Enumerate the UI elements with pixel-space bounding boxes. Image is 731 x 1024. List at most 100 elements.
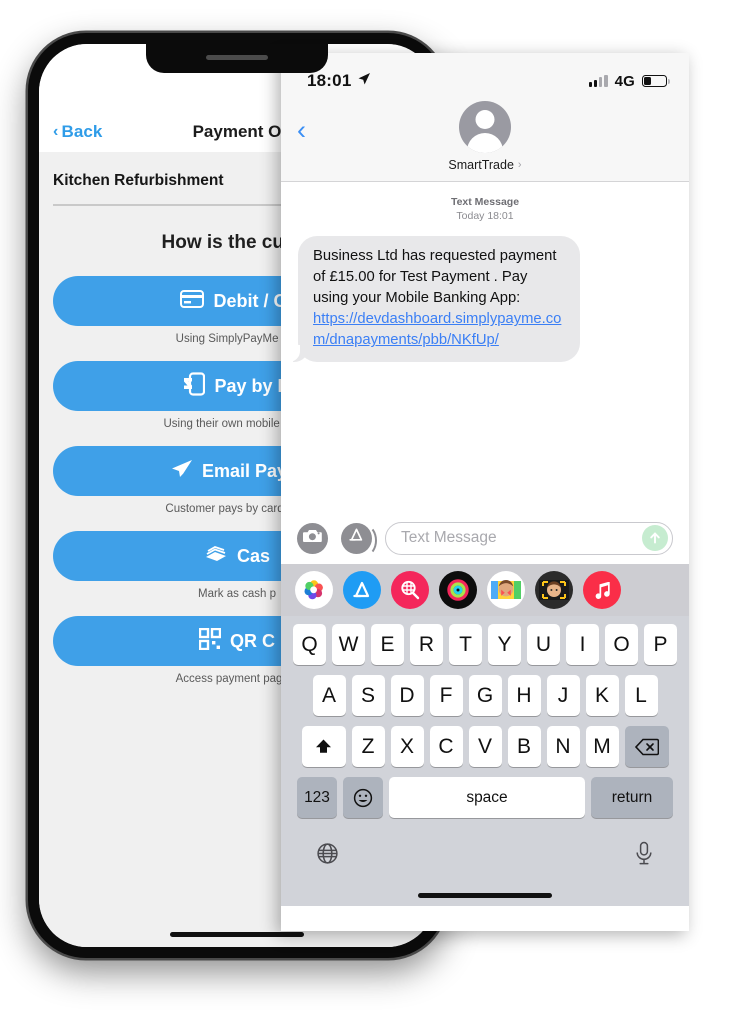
contact-block[interactable]: SmartTrade › xyxy=(281,101,689,172)
conversation-thread: Text Message Today 18:01 Business Ltd ha… xyxy=(281,182,689,512)
memoji-app-icon[interactable] xyxy=(535,571,573,609)
key-f[interactable]: F xyxy=(429,675,463,716)
shift-key[interactable] xyxy=(301,726,346,767)
contact-name: SmartTrade xyxy=(448,158,514,172)
chevron-right-icon: › xyxy=(517,159,522,171)
message-bubble[interactable]: Business Ltd has requested payment of £1… xyxy=(289,236,580,363)
avatar-head xyxy=(475,110,495,129)
back-chevron-icon: ‹ xyxy=(53,123,59,140)
app-store-app-icon[interactable] xyxy=(343,571,381,609)
key-v[interactable]: V xyxy=(468,726,502,767)
battery-icon xyxy=(642,74,670,88)
message-text-field[interactable]: Text Message xyxy=(385,521,673,555)
key-j[interactable]: J xyxy=(546,675,580,716)
message-input-bar: Text Message xyxy=(281,512,689,564)
key-i[interactable]: I xyxy=(566,624,599,665)
key-e[interactable]: E xyxy=(371,624,404,665)
key-d[interactable]: D xyxy=(390,675,424,716)
key-s[interactable]: S xyxy=(351,675,385,716)
microphone-icon xyxy=(636,841,652,865)
key-t[interactable]: T xyxy=(449,624,482,665)
key-g[interactable]: G xyxy=(468,675,502,716)
images-search-app-icon[interactable] xyxy=(391,571,429,609)
key-z[interactable]: Z xyxy=(351,726,385,767)
globe-key[interactable] xyxy=(316,842,339,870)
imessage-apps-button[interactable] xyxy=(341,522,377,556)
message-timestamp: Text Message Today 18:01 xyxy=(281,195,689,223)
backspace-key[interactable] xyxy=(624,726,669,767)
dictation-key[interactable] xyxy=(634,841,654,871)
status-bar-left: 18:01 xyxy=(307,71,371,91)
keyboard-row-2: A S D F G H J K L xyxy=(284,675,686,716)
phone-notch xyxy=(146,44,328,73)
message-text: Business Ltd has requested payment of £1… xyxy=(313,248,557,307)
avatar[interactable] xyxy=(459,101,511,153)
memoji-stickers-app-icon[interactable] xyxy=(487,571,525,609)
shift-up-icon xyxy=(316,739,331,753)
key-m[interactable]: M xyxy=(585,726,619,767)
keyboard-row-1: Q W E R T Y U I O P xyxy=(284,624,686,665)
key-l[interactable]: L xyxy=(624,675,658,716)
signal-bars-icon xyxy=(588,75,608,87)
paper-plane-icon xyxy=(171,459,193,484)
globe-icon xyxy=(317,843,338,864)
emoji-key[interactable] xyxy=(343,777,383,818)
keyboard-footer xyxy=(284,828,686,884)
key-q[interactable]: Q xyxy=(293,624,326,665)
key-w[interactable]: W xyxy=(332,624,365,665)
qr-code-icon xyxy=(198,627,222,655)
photos-app-icon[interactable] xyxy=(295,571,333,609)
space-key[interactable]: space xyxy=(389,777,585,818)
key-n[interactable]: N xyxy=(546,726,580,767)
key-x[interactable]: X xyxy=(390,726,424,767)
stamp-time: Today 18:01 xyxy=(456,210,514,223)
contact-row[interactable]: SmartTrade › xyxy=(448,158,521,172)
key-o[interactable]: O xyxy=(605,624,638,665)
messages-back-button[interactable]: ‹ xyxy=(297,117,306,144)
cash-label: Cas xyxy=(236,545,271,566)
cash-icon xyxy=(204,545,228,568)
back-button[interactable]: ‹ Back xyxy=(53,122,102,142)
key-b[interactable]: B xyxy=(507,726,541,767)
notch-speaker xyxy=(206,55,268,60)
back-phone-home-indicator[interactable] xyxy=(170,932,304,937)
avatar-body xyxy=(467,133,503,153)
camera-icon xyxy=(303,528,322,548)
qr-code-label: QR C xyxy=(230,630,275,651)
imessage-app-drawer xyxy=(281,564,689,616)
front-phone-screenshot: 18:01 4G ‹ SmartTrade › Text Message Tod… xyxy=(281,53,689,931)
on-screen-keyboard: Q W E R T Y U I O P A S D F G H J K L Z … xyxy=(281,616,689,906)
apple-music-app-icon[interactable] xyxy=(583,571,621,609)
status-bar: 18:01 4G xyxy=(281,53,689,99)
status-bar-right: 4G xyxy=(588,72,670,90)
message-input-placeholder: Text Message xyxy=(401,529,497,546)
activity-rings-app-icon[interactable] xyxy=(439,571,477,609)
keyboard-row-3: Z X C V B N M xyxy=(284,726,686,767)
send-arrow-up-icon xyxy=(650,532,660,544)
numbers-key[interactable]: 123 xyxy=(297,777,337,818)
key-u[interactable]: U xyxy=(527,624,560,665)
network-label: 4G xyxy=(614,72,635,90)
pay-by-bank-label: Pay by B xyxy=(214,375,291,396)
pay-by-bank-icon xyxy=(183,371,206,401)
emoji-smiley-icon xyxy=(353,788,373,807)
screenshot-stage: ‹ Back Payment O Kitchen Refurbishment H… xyxy=(0,0,731,1024)
key-r[interactable]: R xyxy=(410,624,443,665)
key-h[interactable]: H xyxy=(507,675,541,716)
key-p[interactable]: P xyxy=(644,624,677,665)
send-button[interactable] xyxy=(642,525,668,551)
return-key[interactable]: return xyxy=(591,777,673,818)
key-a[interactable]: A xyxy=(312,675,346,716)
app-store-icon xyxy=(348,527,365,549)
front-phone-home-indicator[interactable] xyxy=(284,884,686,906)
keyboard-row-4: 123 space return xyxy=(284,777,686,818)
payment-link[interactable]: https://devdashboard.simplypayme.com/dna… xyxy=(313,311,561,348)
conversation-header: ‹ SmartTrade › xyxy=(281,99,689,182)
credit-card-icon xyxy=(180,289,205,313)
key-k[interactable]: K xyxy=(585,675,619,716)
key-y[interactable]: Y xyxy=(488,624,521,665)
key-c[interactable]: C xyxy=(429,726,463,767)
location-arrow-icon xyxy=(357,71,371,91)
back-button-label: Back xyxy=(61,122,103,141)
camera-button[interactable] xyxy=(297,522,328,554)
